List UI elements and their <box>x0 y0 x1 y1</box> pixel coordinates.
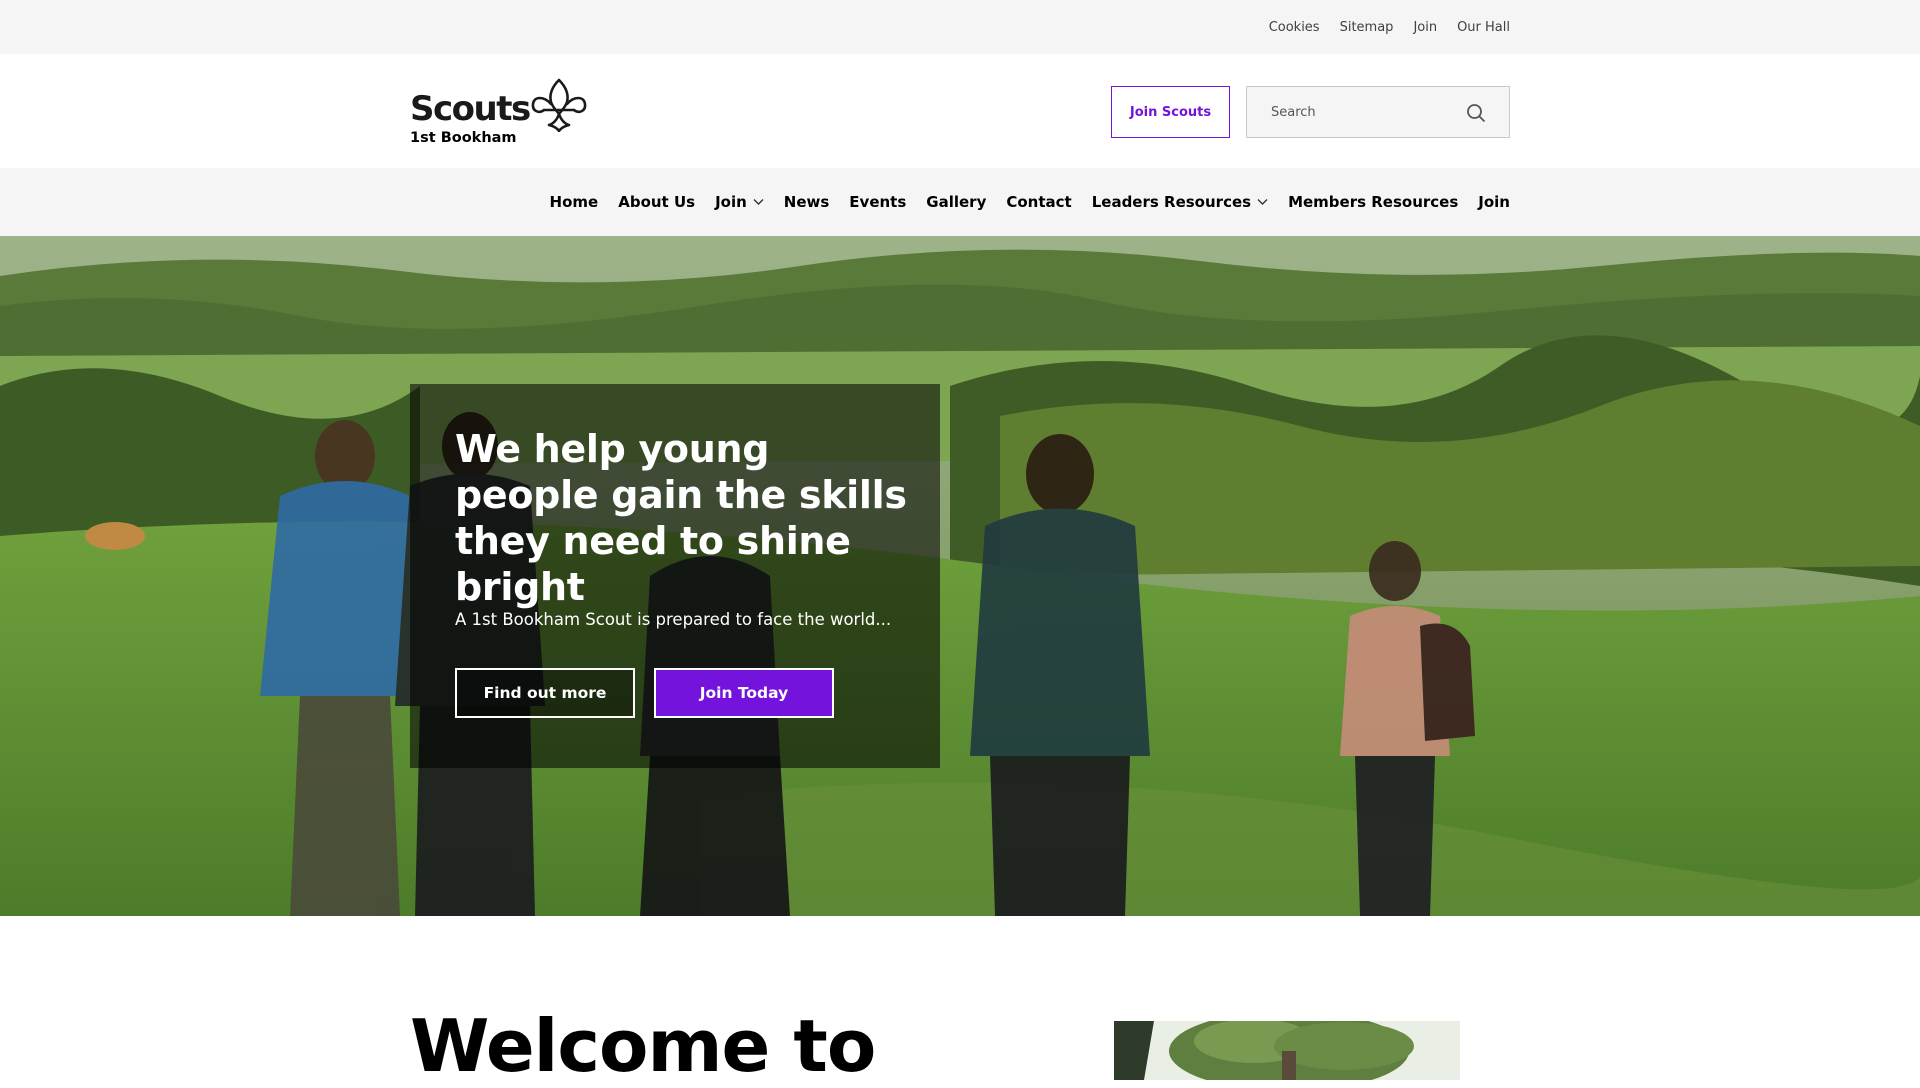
welcome-heading: Welcome to <box>410 1004 876 1088</box>
tree-photo <box>1114 1021 1460 1080</box>
nav-item-leaders-resources[interactable]: Leaders Resources <box>1092 193 1268 211</box>
logo-group-name: 1st Bookham <box>410 130 517 146</box>
hero-banner: We help young people gain the skills the… <box>0 236 1920 916</box>
nav-item-members-resources[interactable]: Members Resources <box>1288 193 1458 211</box>
utility-link-our-hall[interactable]: Our Hall <box>1457 20 1510 35</box>
hero-background-image <box>0 236 1920 916</box>
nav-item-gallery[interactable]: Gallery <box>926 193 986 211</box>
utility-link-sitemap[interactable]: Sitemap <box>1340 20 1394 35</box>
site-logo[interactable]: Scouts 1st Bookham <box>410 78 590 148</box>
hero-subtitle: A 1st Bookham Scout is prepared to face … <box>455 610 892 629</box>
logo-wordmark: Scouts <box>410 89 531 129</box>
nav-item-join[interactable]: Join <box>715 193 764 211</box>
nav-item-about-us[interactable]: About Us <box>618 193 695 211</box>
nav-item-news[interactable]: News <box>784 193 830 211</box>
utility-link-cookies[interactable]: Cookies <box>1269 20 1320 35</box>
nav-item-join-2[interactable]: Join <box>1478 193 1510 211</box>
nav-item-events[interactable]: Events <box>849 193 906 211</box>
nav-item-home[interactable]: Home <box>550 193 599 211</box>
nav-items: Home About Us Join News Events Gallery C… <box>550 168 1510 236</box>
main-nav: Home About Us Join News Events Gallery C… <box>0 168 1920 236</box>
utility-bar: Cookies Sitemap Join Our Hall <box>0 0 1920 54</box>
welcome-image <box>1114 1021 1460 1080</box>
utility-link-join[interactable]: Join <box>1413 20 1437 35</box>
search-box <box>1246 86 1510 138</box>
fleur-de-lis-icon <box>531 78 587 132</box>
chevron-down-icon <box>753 199 764 205</box>
hero-panel: We help young people gain the skills the… <box>410 384 940 768</box>
find-out-more-button[interactable]: Find out more <box>455 668 635 718</box>
join-scouts-button[interactable]: Join Scouts <box>1111 86 1230 138</box>
join-today-button[interactable]: Join Today <box>654 668 834 718</box>
hero-title: We help young people gain the skills the… <box>455 427 907 609</box>
chevron-down-icon <box>1257 199 1268 205</box>
site-header: Scouts 1st Bookham <box>0 54 1920 168</box>
utility-links: Cookies Sitemap Join Our Hall <box>1269 0 1510 54</box>
search-icon[interactable] <box>1465 102 1487 124</box>
nav-item-contact[interactable]: Contact <box>1006 193 1071 211</box>
search-input[interactable] <box>1247 87 1457 137</box>
